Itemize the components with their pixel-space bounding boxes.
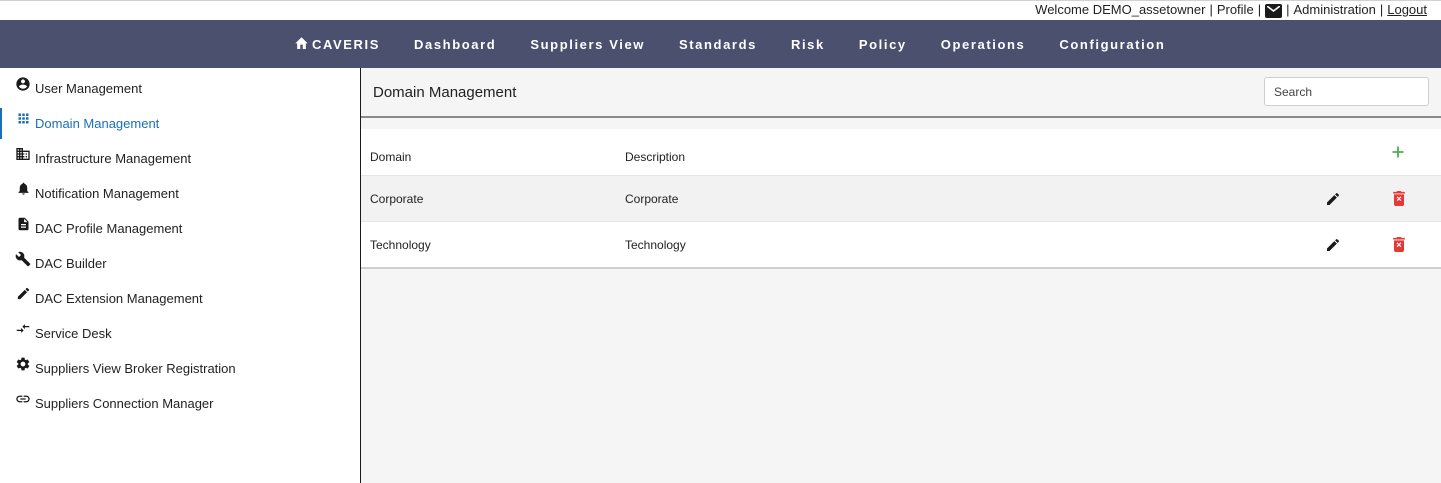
sidebar-item-label: Notification Management [35, 186, 179, 201]
sidebar-item-suppliers-view-broker-registration[interactable]: Suppliers View Broker Registration [0, 351, 360, 386]
sidebar-item-domain-management[interactable]: Domain Management [0, 106, 360, 141]
mail-icon[interactable] [1265, 3, 1283, 18]
compare-arrows-icon [14, 321, 32, 339]
main-navbar: CAVERIS Dashboard Suppliers View Standar… [0, 20, 1441, 68]
nav-risk[interactable]: Risk [791, 37, 825, 52]
column-header-description: Description [625, 150, 686, 164]
account-circle-icon [14, 76, 32, 94]
welcome-text: Welcome DEMO_assetowner [1035, 2, 1206, 17]
utility-links: Welcome DEMO_assetowner | Profile | | Ad… [1035, 2, 1427, 18]
plus-icon [1391, 146, 1405, 162]
delete-button[interactable] [1393, 237, 1405, 255]
sidebar-item-notification-management[interactable]: Notification Management [0, 176, 360, 211]
nav-policy[interactable]: Policy [859, 37, 907, 52]
trash-icon [1393, 191, 1405, 209]
sidebar-item-dac-extension-management[interactable]: DAC Extension Management [0, 281, 360, 316]
delete-button[interactable] [1393, 191, 1405, 209]
brand-link[interactable]: CAVERIS [294, 36, 380, 52]
sidebar-item-label: User Management [35, 81, 142, 96]
page-title: Domain Management [373, 84, 517, 101]
sidebar-item-label: Infrastructure Management [35, 151, 192, 166]
sidebar-item-label: DAC Builder [35, 256, 107, 271]
administration-link[interactable]: Administration [1293, 2, 1375, 17]
sidebar-item-service-desk[interactable]: Service Desk [0, 316, 360, 351]
sidebar: User Management Domain Management Infras… [0, 68, 361, 483]
nav-dashboard[interactable]: Dashboard [414, 37, 496, 52]
nav-items: CAVERIS Dashboard Suppliers View Standar… [294, 20, 1199, 68]
domain-table: Domain Description Corporate Corporate T… [361, 129, 1441, 269]
sidebar-item-label: DAC Profile Management [35, 221, 183, 236]
separator: | [1379, 2, 1384, 17]
sidebar-item-label: Suppliers Connection Manager [35, 396, 214, 411]
pencil-icon [14, 286, 32, 304]
sidebar-item-infrastructure-management[interactable]: Infrastructure Management [0, 141, 360, 176]
table-header-row: Domain Description [361, 129, 1441, 175]
home-icon [294, 36, 312, 52]
trash-icon [1393, 237, 1405, 255]
utility-bar: Welcome DEMO_assetowner | Profile | | Ad… [0, 0, 1441, 20]
sidebar-item-label: DAC Extension Management [35, 291, 203, 306]
nav-operations[interactable]: Operations [941, 37, 1026, 52]
nav-configuration[interactable]: Configuration [1059, 37, 1165, 52]
table-row[interactable]: Corporate Corporate [361, 175, 1441, 221]
search-input[interactable] [1264, 77, 1429, 106]
edit-button[interactable] [1325, 237, 1341, 256]
building-icon [14, 146, 32, 164]
separator: | [1286, 2, 1290, 17]
cell-description: Technology [625, 238, 686, 252]
sidebar-item-label: Suppliers View Broker Registration [35, 361, 236, 376]
logout-link[interactable]: Logout [1387, 2, 1427, 17]
pencil-icon [1325, 238, 1341, 256]
cell-description: Corporate [625, 192, 679, 206]
cell-domain: Corporate [370, 192, 424, 206]
column-header-domain: Domain [370, 150, 412, 164]
sidebar-item-label: Domain Management [35, 116, 160, 131]
sidebar-item-suppliers-connection-manager[interactable]: Suppliers Connection Manager [0, 386, 360, 421]
link-icon [14, 391, 32, 409]
cell-domain: Technology [370, 238, 431, 252]
nav-standards[interactable]: Standards [679, 37, 757, 52]
sidebar-item-dac-profile-management[interactable]: DAC Profile Management [0, 211, 360, 246]
brand-label: CAVERIS [312, 36, 381, 52]
sidebar-item-label: Service Desk [35, 326, 112, 341]
document-icon [14, 216, 32, 234]
separator: | [1257, 2, 1262, 17]
gear-icon [14, 356, 32, 374]
pencil-icon [1325, 192, 1341, 210]
add-domain-button[interactable] [1391, 145, 1405, 162]
edit-button[interactable] [1325, 191, 1341, 210]
wrench-icon [14, 251, 32, 269]
table-row[interactable]: Technology Technology [361, 221, 1441, 267]
profile-link[interactable]: Profile [1217, 2, 1254, 17]
separator: | [1209, 2, 1213, 17]
sidebar-item-dac-builder[interactable]: DAC Builder [0, 246, 360, 281]
grid-icon [14, 111, 32, 129]
main-content: Domain Management Domain Description Cor… [361, 68, 1441, 483]
bell-icon [14, 181, 32, 199]
nav-suppliers-view[interactable]: Suppliers View [530, 37, 645, 52]
panel-header: Domain Management [361, 68, 1441, 118]
sidebar-item-user-management[interactable]: User Management [0, 71, 360, 106]
